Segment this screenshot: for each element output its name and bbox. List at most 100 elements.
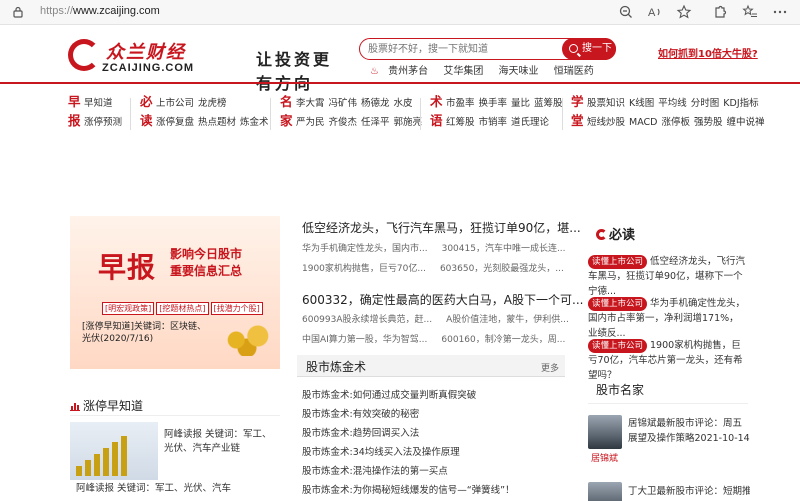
article-link[interactable]: 股市炼金术:混沌操作法的第一买点 [302,463,448,477]
article-link[interactable]: 股市炼金术:为你揭秘短线爆发的信号—“弹簧线”！ [302,482,515,496]
hot-tag[interactable]: 贵州茅台 [388,66,428,77]
section-divider [70,415,280,416]
nav-group-head: 学 [571,94,584,109]
banner-tag: [挖题材热点] [156,302,209,315]
article-link[interactable]: 股市炼金术:趋势回调买入法 [302,425,419,439]
hot-tag[interactable]: 恒瑞医药 [554,66,594,77]
hot-search-tags: ♨ 贵州茅台 艾华集团 海天味业 恒瑞医药 [370,62,606,77]
nav-link[interactable]: 郭施亮 [394,117,423,128]
address-bar[interactable]: https://www.zcaijing.com [40,5,160,17]
nav-link[interactable]: 涨停预测 [84,117,122,128]
news-link[interactable]: 华为手机确定性龙头，国内市... [302,244,428,254]
nav-link[interactable]: 李大霄 [296,98,325,109]
nav-divider [562,98,563,130]
nav-link[interactable]: 齐俊杰 [329,117,358,128]
nav-link[interactable]: 道氏理论 [511,117,549,128]
nav-link[interactable]: MACD [629,117,657,128]
extensions-icon[interactable] [712,4,728,20]
nav-link[interactable]: 股票知识 [587,98,625,109]
must-read-item[interactable]: 读懂上市公司 低空经济龙头，飞行汽车黑马，狂揽订单90亿，堪称下一个宁德... [588,254,748,299]
nav-link[interactable]: 杨德龙 [361,98,390,109]
must-read-item[interactable]: 读懂上市公司 1900家机构抛售，巨亏70亿，汽车芯片第一龙头，还有希望吗？ [588,338,748,383]
nav-link[interactable]: 缠中说禅 [727,117,765,128]
news-subline: 中国AI算力第一股，华为智驾... 600160，制冷第一龙头，周... [302,332,579,345]
article-link[interactable]: 股市炼金术:有效突破的秘密 [302,406,419,420]
nav-link[interactable]: 平均线 [658,98,687,109]
section-divider [588,403,748,404]
nav-group-head: 报 [68,113,81,128]
nav-link[interactable]: 上市公司 [156,98,194,109]
news-headline[interactable]: 低空经济龙头，飞行汽车黑马，狂揽订单90亿，堪... [302,219,581,236]
nav-link[interactable]: 涨停板 [662,117,691,128]
must-read-item[interactable]: 读懂上市公司 华为手机确定性龙头，国内市占率第一，净利润增171%，业绩反... [588,296,748,341]
favorites-list-icon[interactable] [742,4,758,20]
search-input[interactable] [368,42,558,57]
nav-link[interactable]: 龙虎榜 [198,98,227,109]
search-button[interactable]: 搜一下 [562,38,616,60]
more-link[interactable]: 更多 [541,361,559,374]
avatar[interactable] [588,415,622,449]
site-logo[interactable]: 众兰财经 ZCAIJING.COM 让投资更有方向 [68,34,338,93]
browser-toolbar: https://www.zcaijing.com A [0,0,800,25]
zhangting-link[interactable]: 阿峰读报 关键词：军工、光伏、汽车产业链 [164,428,280,456]
nav-link[interactable]: 涨停复盘 [156,117,194,128]
news-link[interactable]: 600993A股永续增长典范，赶... [302,315,432,325]
news-headline[interactable]: 600332，确定性最高的医药大白马，A股下一个可... [302,291,583,308]
more-icon[interactable] [772,4,788,20]
banner-subtitle-line: 影响今日股市 [170,247,243,261]
flame-icon: ♨ [370,66,379,77]
nav-link[interactable]: 红筹股 [446,117,475,128]
nav-link[interactable]: K线图 [629,98,654,109]
nav-link[interactable]: 严为民 [296,117,325,128]
nav-link[interactable]: 分时图 [691,98,720,109]
author-name[interactable]: 居锦斌 [591,451,618,464]
famous-comment-link[interactable]: 丁大卫最新股市评论：短期推 [628,484,750,499]
url-scheme: https:// [40,5,74,17]
zhangting-link[interactable]: 阿峰读报 关键词：军工、光伏、汽车 [76,480,231,494]
promo-link[interactable]: 如何抓到10倍大牛股? [658,45,758,60]
bull-image[interactable] [70,422,158,480]
read-aloud-icon[interactable]: A [647,4,663,20]
nav-link[interactable]: 水皮 [394,98,413,109]
news-link[interactable]: 300415，汽车中唯一成长连... [442,244,566,254]
nav-group-head: 读 [140,113,153,128]
zhangting-title-text: 涨停早知道 [83,399,144,413]
nav-link[interactable]: 量比 [511,98,530,109]
hot-tag[interactable]: 艾华集团 [443,66,483,77]
nav-link[interactable]: 蓝筹股 [534,98,563,109]
nav-link[interactable]: 市销率 [479,117,508,128]
nav-link[interactable]: 冯矿伟 [329,98,358,109]
search-box: 搜一下 [359,38,616,60]
avatar[interactable] [588,482,622,501]
article-link[interactable]: 股市炼金术:如何通过成交量判断真假突破 [302,387,476,401]
morning-report-banner[interactable]: 早报 影响今日股市 重要信息汇总 [明宏观政策] [挖题材热点] [找潜力个股] [… [70,216,280,369]
search-icon [569,44,578,53]
news-link[interactable]: 603650，光刻胶最强龙头，... [440,264,564,274]
nav-link[interactable]: 强势股 [694,117,723,128]
nav-group-head: 家 [280,113,293,128]
news-subline: 600993A股永续增长典范，赶... A股价值洼地，蒙牛，伊利供... [302,312,583,325]
nav-link[interactable]: 热点题材 [198,117,236,128]
news-link[interactable]: 中国AI算力第一股，华为智驾... [302,335,427,345]
nav-link[interactable]: KDJ指标 [723,98,758,109]
category-badge: 读懂上市公司 [588,255,648,269]
nav-link[interactable]: 市盈率 [446,98,475,109]
nav-link[interactable]: 炼金术 [240,117,269,128]
nav-link[interactable]: 任泽平 [361,117,390,128]
zoom-out-icon[interactable] [618,4,634,20]
nav-link[interactable]: 早知道 [84,98,113,109]
news-link[interactable]: 600160，制冷第一龙头，周... [441,335,565,345]
nav-link[interactable]: 短线炒股 [587,117,625,128]
news-link[interactable]: 1900家机构抛售，巨亏70亿... [302,264,426,274]
bar-chart-icon [70,402,80,411]
nav-link[interactable]: 换手率 [479,98,508,109]
must-read-title-text: 必读 [609,228,636,243]
lock-icon[interactable] [12,6,24,18]
nav-group-mingjia: 名李大霄 冯矿伟 杨德龙 水皮 家严为民 齐俊杰 任泽平 郭施亮 [280,92,426,136]
article-link[interactable]: 股市炼金术:34均线买入法及操作原理 [302,444,460,458]
banner-caption: [涨停早知道]关键词：区块链、光伏(2020/7/16) [82,322,207,344]
news-link[interactable]: A股价值洼地，蒙牛，伊利供... [446,315,569,325]
hot-tag[interactable]: 海天味业 [499,66,539,77]
famous-comment-link[interactable]: 居锦斌最新股市评论：周五展望及操作策略2021-10-14 [628,416,750,446]
favorite-star-icon[interactable] [676,4,692,20]
